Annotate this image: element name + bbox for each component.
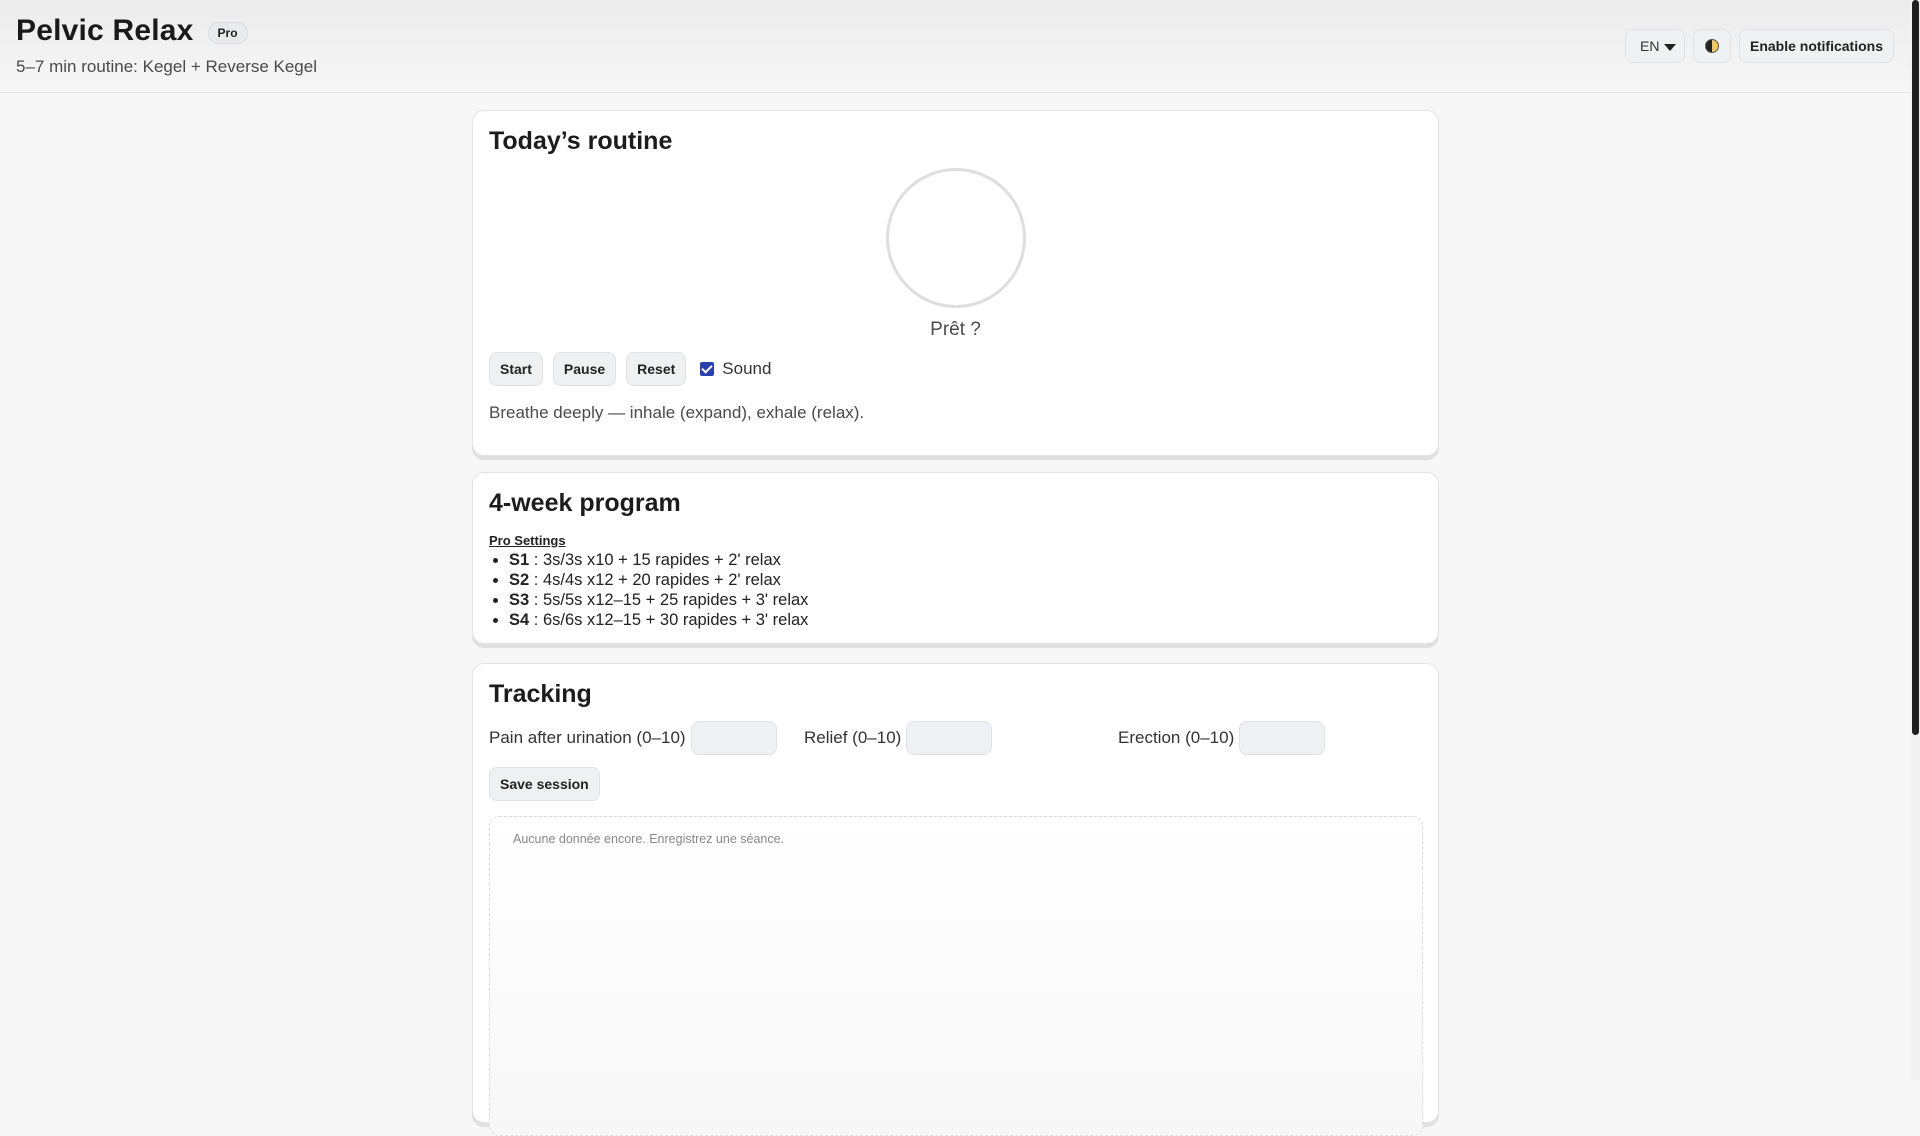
sound-label: Sound	[722, 359, 772, 378]
app-header: Pelvic Relax Pro 5–7 min routine: Kegel …	[0, 0, 1910, 93]
save-session-button[interactable]: Save session	[489, 767, 600, 801]
erection-input[interactable]	[1239, 721, 1326, 755]
relief-field: Relief (0–10)	[804, 721, 993, 755]
routine-title: Today’s routine	[489, 127, 673, 155]
scrollbar-track[interactable]	[1910, 0, 1920, 1080]
erection-field: Erection (0–10)	[1118, 721, 1326, 755]
week-detail: : 5s/5s x12–15 + 25 rapides + 3' relax	[529, 591, 809, 609]
routine-card: Today’s routine Prêt ? Start Pause Reset…	[472, 110, 1439, 456]
program-week: S2 : 4s/4s x12 + 20 rapides + 2' relax	[509, 570, 808, 590]
program-week: S3 : 5s/5s x12–15 + 25 rapides + 3' rela…	[509, 590, 808, 610]
scrollbar-thumb[interactable]	[1912, 0, 1919, 735]
half-moon-contrast-icon	[1704, 39, 1719, 53]
program-card: 4-week program Pro Settings S1 : 3s/3s x…	[472, 472, 1439, 644]
pain-label: Pain after urination (0–10)	[489, 728, 686, 747]
sound-checkbox[interactable]	[700, 362, 715, 376]
week-label: S3	[509, 591, 530, 609]
language-value: EN	[1639, 38, 1660, 54]
header-actions: EN Enable notifications	[1624, 29, 1894, 63]
pain-field: Pain after urination (0–10)	[489, 721, 777, 755]
pro-settings-link[interactable]: Pro Settings	[489, 533, 566, 548]
program-week: S4 : 6s/6s x12–15 + 30 rapides + 3' rela…	[509, 610, 808, 630]
empty-history-message: Aucune donnée encore. Enregistrez une sé…	[513, 832, 785, 846]
tracking-title: Tracking	[489, 680, 592, 708]
pro-badge: Pro	[207, 22, 248, 44]
pause-button[interactable]: Pause	[552, 352, 617, 386]
week-label: S2	[509, 571, 530, 589]
program-list: S1 : 3s/3s x10 + 15 rapides + 2' relax S…	[489, 550, 808, 630]
app-title: Pelvic Relax	[16, 14, 194, 47]
start-button[interactable]: Start	[489, 352, 543, 386]
app-subtitle: 5–7 min routine: Kegel + Reverse Kegel	[16, 57, 317, 76]
sound-toggle[interactable]: Sound	[700, 359, 771, 379]
reset-button[interactable]: Reset	[626, 352, 687, 386]
week-label: S1	[509, 551, 530, 569]
theme-toggle-button[interactable]	[1692, 29, 1731, 63]
timer-status: Prêt ?	[930, 319, 981, 340]
timer-ring	[886, 168, 1026, 308]
erection-label: Erection (0–10)	[1118, 728, 1235, 747]
tracking-card: Tracking Pain after urination (0–10) Rel…	[472, 663, 1439, 1136]
week-detail: : 6s/6s x12–15 + 30 rapides + 3' relax	[529, 611, 809, 629]
relief-label: Relief (0–10)	[804, 728, 902, 747]
enable-notifications-button[interactable]: Enable notifications	[1738, 29, 1894, 63]
brand: Pelvic Relax Pro	[16, 14, 248, 48]
relief-input[interactable]	[906, 721, 993, 755]
pain-input[interactable]	[690, 721, 777, 755]
language-select[interactable]: EN	[1624, 29, 1685, 63]
session-history-chart: Aucune donnée encore. Enregistrez une sé…	[489, 816, 1423, 1136]
chevron-down-icon	[1663, 44, 1676, 51]
week-detail: : 3s/3s x10 + 15 rapides + 2' relax	[529, 551, 781, 569]
program-week: S1 : 3s/3s x10 + 15 rapides + 2' relax	[509, 550, 808, 570]
week-detail: : 4s/4s x12 + 20 rapides + 2' relax	[529, 571, 781, 589]
breathing-hint: Breathe deeply — inhale (expand), exhale…	[489, 403, 865, 422]
routine-controls: Start Pause Reset Sound	[489, 352, 771, 386]
week-label: S4	[509, 611, 530, 629]
program-title: 4-week program	[489, 489, 681, 517]
